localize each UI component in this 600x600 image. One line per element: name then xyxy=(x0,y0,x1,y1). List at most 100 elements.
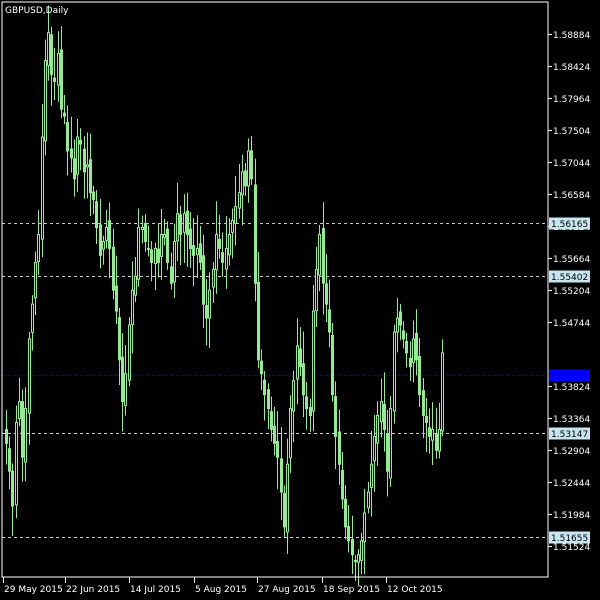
candle xyxy=(128,317,131,387)
candle-body xyxy=(147,247,150,250)
candle-body xyxy=(338,431,341,465)
candle-body xyxy=(157,248,160,263)
y-tick-label: 1.55204 xyxy=(553,287,590,297)
candle-body xyxy=(289,408,292,459)
candle-body xyxy=(215,234,218,271)
candle-body xyxy=(21,401,24,458)
candle-body xyxy=(144,222,147,242)
candle-body xyxy=(121,356,124,403)
candle-body xyxy=(86,164,89,168)
candle xyxy=(15,405,18,519)
candle-body xyxy=(105,227,108,241)
y-tick-label: 1.57964 xyxy=(553,95,590,105)
candle-body xyxy=(351,539,354,556)
candle-body xyxy=(386,433,389,472)
candle-body xyxy=(231,220,234,233)
current-price-tag xyxy=(549,369,590,382)
candle-body xyxy=(380,401,383,423)
candle-body xyxy=(389,408,392,479)
y-tick-label: 1.53824 xyxy=(553,383,590,393)
candle-body xyxy=(76,136,79,175)
level-tag-label: 1.51655 xyxy=(551,534,588,544)
y-tick-label: 1.57504 xyxy=(553,127,590,137)
candle-body xyxy=(150,249,153,263)
candle-body xyxy=(44,59,47,142)
candle-body xyxy=(50,34,53,75)
candle-body xyxy=(102,240,105,250)
candle-body xyxy=(412,338,415,363)
candle-body xyxy=(370,463,373,488)
candle-body xyxy=(202,255,205,305)
candle-body xyxy=(70,148,73,159)
x-tick-label: 5 Aug 2015 xyxy=(195,585,247,595)
candle-body xyxy=(137,227,140,280)
candle-body xyxy=(260,360,263,375)
candle-body xyxy=(24,408,27,463)
candle-body xyxy=(89,159,92,194)
candle-body xyxy=(99,224,102,256)
candle-body xyxy=(331,334,334,396)
x-tick-label: 12 Oct 2015 xyxy=(387,585,443,595)
candle-body xyxy=(428,427,431,437)
candle-body xyxy=(325,283,328,305)
candle-body xyxy=(8,448,11,472)
candle-body xyxy=(292,380,295,412)
candle-body xyxy=(418,355,421,396)
y-tick-label: 1.54744 xyxy=(553,319,590,329)
candle-body xyxy=(296,345,299,380)
candle-body xyxy=(112,246,115,291)
candle-body xyxy=(73,158,76,180)
candle xyxy=(389,396,392,487)
candle-body xyxy=(41,136,44,240)
candle-body xyxy=(415,332,418,361)
candle-body xyxy=(354,559,357,563)
candle-body xyxy=(263,379,266,396)
candle-body xyxy=(176,213,179,242)
candle-body xyxy=(357,554,360,563)
candle-body xyxy=(186,210,189,236)
candle-body xyxy=(396,317,399,333)
level-tag-label: 1.56165 xyxy=(551,220,588,230)
candle-body xyxy=(31,303,34,333)
candle-body xyxy=(305,396,308,410)
y-tick-label: 1.55664 xyxy=(553,255,590,265)
candle-body xyxy=(208,289,211,319)
candle-body xyxy=(218,238,221,249)
candle-body xyxy=(131,289,134,325)
candle-body xyxy=(205,305,208,319)
candle-body xyxy=(53,77,56,82)
candle-body xyxy=(328,309,331,333)
y-tick-label: 1.51984 xyxy=(553,511,590,521)
candle-body xyxy=(280,458,283,493)
candle-body xyxy=(322,228,325,284)
candle-body xyxy=(228,234,231,256)
candle-body xyxy=(66,121,69,152)
candle-body xyxy=(47,32,50,66)
candle-body xyxy=(60,49,63,110)
candle-body xyxy=(270,411,273,430)
y-tick-label: 1.58424 xyxy=(553,63,590,73)
candle-body xyxy=(18,401,21,420)
candle-body xyxy=(360,540,363,561)
candle-body xyxy=(108,220,111,249)
candle-body xyxy=(318,234,321,276)
candle-body xyxy=(166,228,169,263)
candle-body xyxy=(315,268,318,312)
candle-body xyxy=(254,184,257,284)
candle-body xyxy=(15,421,18,506)
y-tick-label: 1.57044 xyxy=(553,159,590,169)
candle-body xyxy=(409,357,412,368)
candle-body xyxy=(63,112,66,117)
candle-body xyxy=(34,261,37,299)
candle-body xyxy=(141,227,144,231)
candle-body xyxy=(257,281,260,361)
candle-body xyxy=(11,470,14,507)
candle-body xyxy=(312,310,315,412)
candle-body xyxy=(334,396,337,437)
price-chart[interactable]: GBPUSD,Daily 1.58884 1.58424 1.57964 1.5750… xyxy=(0,0,600,600)
candle-body xyxy=(199,243,202,263)
candle-body xyxy=(234,206,237,224)
candle-body xyxy=(173,240,176,283)
candle-body xyxy=(189,228,192,249)
candle-body xyxy=(376,414,379,444)
